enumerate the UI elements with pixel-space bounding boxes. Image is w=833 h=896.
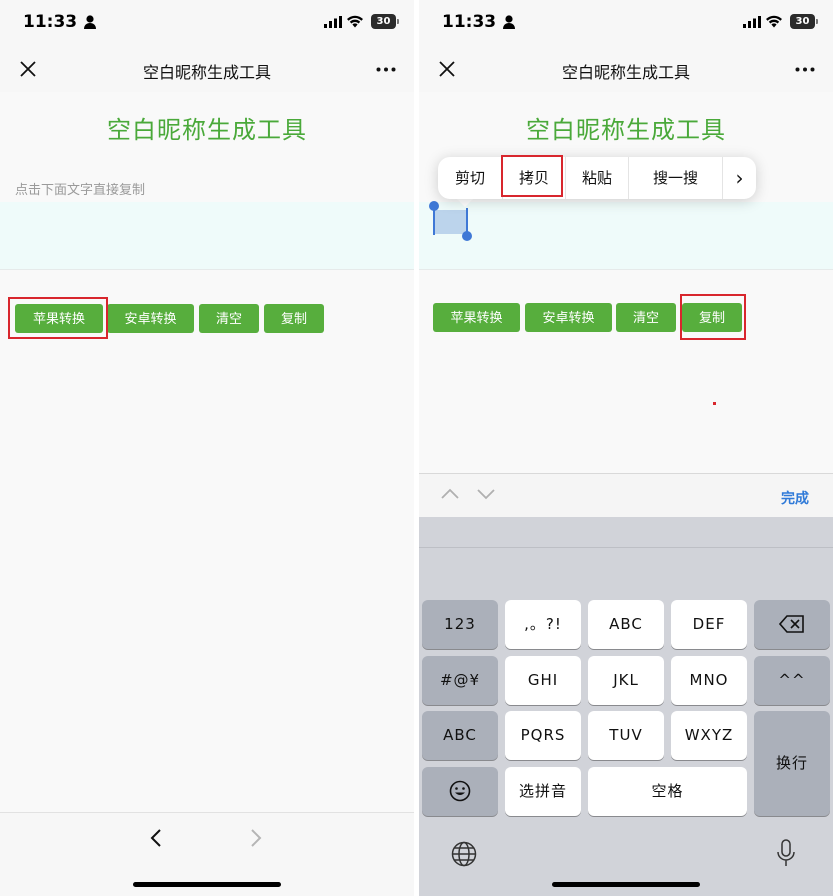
emoji-icon <box>449 780 471 802</box>
status-bar: 11:33 30 <box>0 0 414 46</box>
selection-start-handle[interactable] <box>429 201 439 235</box>
status-time: 11:33 <box>442 12 497 32</box>
clear-button[interactable]: 清空 <box>616 303 676 332</box>
back-arrow-icon[interactable] <box>148 827 164 849</box>
key-tuv[interactable]: TUV <box>588 711 664 760</box>
clear-button[interactable]: 清空 <box>199 304 259 333</box>
home-indicator <box>552 882 700 887</box>
key-emoticon[interactable]: ^^ <box>754 656 830 705</box>
key-123[interactable]: 123 <box>422 600 498 649</box>
text-selection <box>434 210 467 234</box>
context-more-arrow[interactable]: › <box>723 157 756 199</box>
app-title: 空白昵称生成工具 <box>107 116 307 144</box>
candidate-bar <box>419 517 833 548</box>
done-button[interactable]: 完成 <box>781 488 809 508</box>
android-convert-button[interactable]: 安卓转换 <box>107 304 194 333</box>
key-punctuation[interactable]: ,。?! <box>505 600 581 649</box>
key-def[interactable]: DEF <box>671 600 747 649</box>
more-icon[interactable] <box>376 67 396 72</box>
forward-arrow-icon[interactable] <box>248 827 264 849</box>
nav-title: 空白昵称生成工具 <box>142 63 271 82</box>
page-content: 空白昵称生成工具 点击下面文字直接复制 苹果转换 安卓转换 清空 复制 <box>0 92 414 812</box>
context-menu: 剪切 拷贝 粘贴 搜一搜 › <box>438 157 756 199</box>
context-paste[interactable]: 粘贴 <box>566 157 628 199</box>
key-abc-switch[interactable]: ABC <box>422 711 498 760</box>
key-enter[interactable]: 换行 <box>754 711 830 816</box>
key-pqrs[interactable]: PQRS <box>505 711 581 760</box>
key-emoji[interactable] <box>422 767 498 816</box>
backspace-icon <box>778 615 804 633</box>
status-time: 11:33 <box>23 12 78 32</box>
context-menu-pointer <box>456 198 474 207</box>
context-cut[interactable]: 剪切 <box>438 157 502 199</box>
key-backspace[interactable] <box>754 600 830 649</box>
key-symbols[interactable]: #@¥ <box>422 656 498 705</box>
home-indicator <box>133 882 281 887</box>
right-screen: 11:33 30 空白昵称生成工具 空白昵称生成工具 苹果转换 安卓转换 清空 … <box>419 0 833 896</box>
globe-icon[interactable] <box>451 841 477 867</box>
signal-icon <box>743 16 761 28</box>
key-abc[interactable]: ABC <box>588 600 664 649</box>
wifi-icon <box>347 15 363 28</box>
highlight-apple-button <box>8 297 108 339</box>
copy-button[interactable]: 复制 <box>264 304 324 333</box>
microphone-icon[interactable] <box>776 839 796 867</box>
more-icon[interactable] <box>795 67 815 72</box>
selection-end-handle[interactable] <box>462 208 472 241</box>
copy-hint: 点击下面文字直接复制 <box>15 183 146 198</box>
app-title: 空白昵称生成工具 <box>526 116 726 144</box>
key-jkl[interactable]: JKL <box>588 656 664 705</box>
apple-convert-button[interactable]: 苹果转换 <box>433 303 520 332</box>
key-ghi[interactable]: GHI <box>505 656 581 705</box>
nickname-textbox[interactable] <box>419 202 833 270</box>
nav-bar: 空白昵称生成工具 <box>0 46 414 92</box>
red-marker <box>713 402 716 405</box>
screenshot-root: 11:33 30 空白昵称生成工具 空白昵称生成工具 点击下面文字直接复制 苹果… <box>0 0 833 896</box>
keyboard-accessory-bar: 完成 <box>419 473 833 517</box>
button-row: 苹果转换 安卓转换 清空 复制 <box>419 303 833 333</box>
battery-icon: 30 <box>790 14 818 29</box>
chevron-down-icon[interactable] <box>476 488 496 500</box>
left-screen: 11:33 30 空白昵称生成工具 空白昵称生成工具 点击下面文字直接复制 苹果… <box>0 0 414 896</box>
signal-icon <box>324 16 342 28</box>
person-icon <box>503 15 515 29</box>
person-icon <box>84 15 96 29</box>
android-convert-button[interactable]: 安卓转换 <box>525 303 612 332</box>
nav-title: 空白昵称生成工具 <box>561 63 690 82</box>
highlight-context-copy <box>501 155 563 197</box>
nickname-textbox[interactable] <box>0 202 414 270</box>
wifi-icon <box>766 15 782 28</box>
nav-bar: 空白昵称生成工具 <box>419 46 833 92</box>
keyboard: 123 ,。?! ABC DEF #@¥ GHI JKL MNO ^^ ABC … <box>419 517 833 896</box>
status-bar: 11:33 30 <box>419 0 833 46</box>
highlight-copy-button <box>680 294 746 340</box>
chevron-up-icon[interactable] <box>440 488 460 500</box>
key-wxyz[interactable]: WXYZ <box>671 711 747 760</box>
key-space[interactable]: 空格 <box>588 767 747 816</box>
key-mno[interactable]: MNO <box>671 656 747 705</box>
context-search[interactable]: 搜一搜 <box>629 157 722 199</box>
key-select-pinyin[interactable]: 选拼音 <box>505 767 581 816</box>
battery-icon: 30 <box>371 14 399 29</box>
